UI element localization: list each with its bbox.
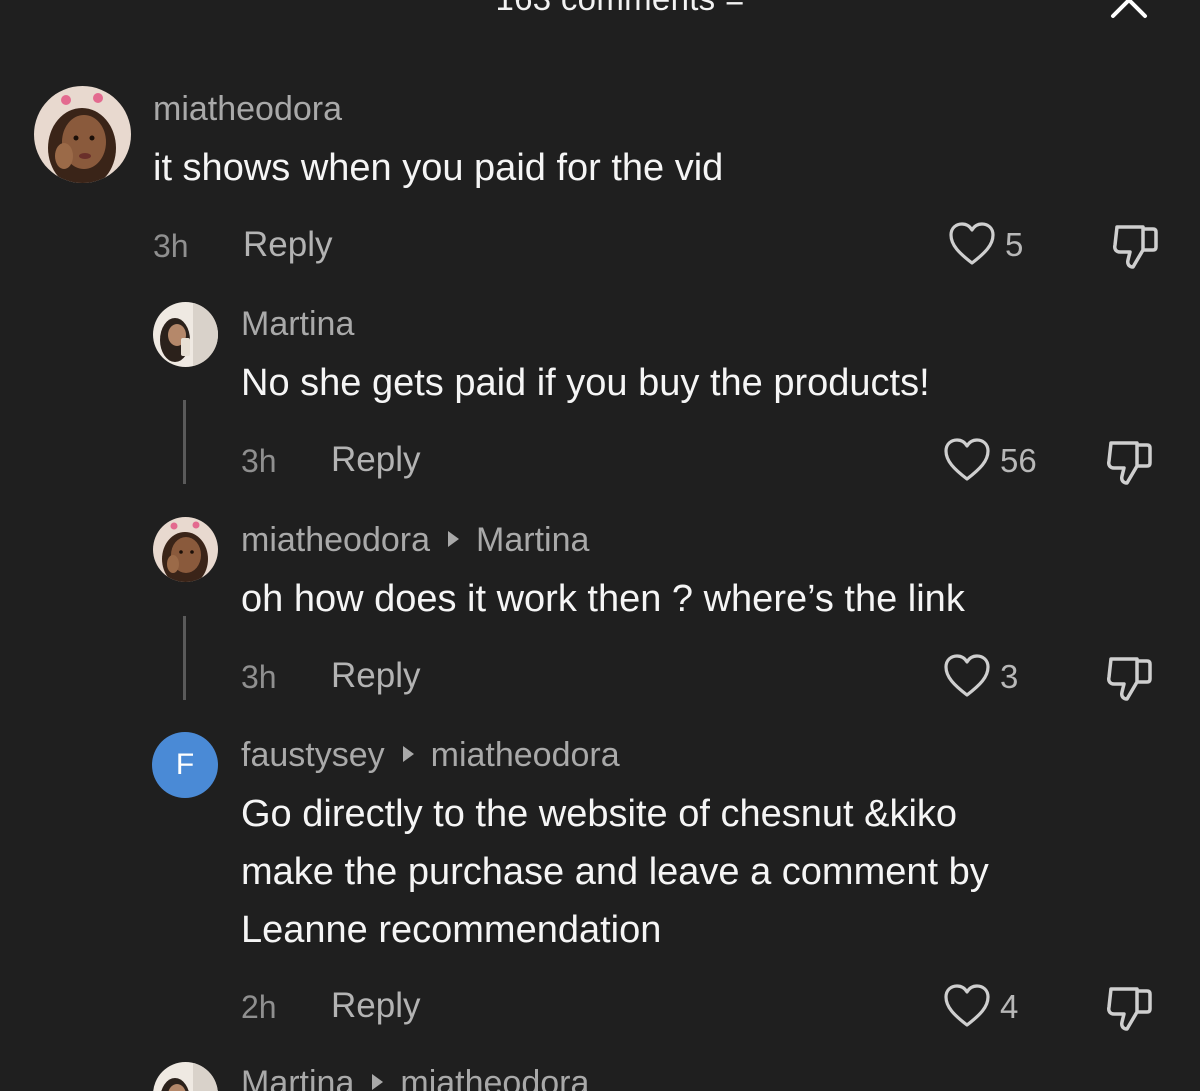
comments-count-title: 163 comments = bbox=[0, 0, 1200, 18]
like-count: 4 bbox=[1000, 988, 1019, 1025]
comment-username[interactable]: faustysey miatheodora bbox=[241, 736, 620, 775]
comment-time: 3h bbox=[241, 443, 277, 479]
comments-panel: 163 comments = miatheodora it shows when… bbox=[0, 0, 1200, 1091]
username-label[interactable]: miatheodora bbox=[241, 521, 430, 559]
like-count: 5 bbox=[1005, 226, 1024, 263]
thread-line bbox=[183, 616, 186, 700]
comment-username[interactable]: miatheodora bbox=[153, 90, 342, 129]
like-count: 3 bbox=[1000, 658, 1019, 695]
comment-time: 3h bbox=[241, 659, 277, 695]
avatar[interactable] bbox=[153, 1062, 218, 1091]
comment-text-line: Leanne recommendation bbox=[241, 909, 662, 951]
dislike-icon[interactable] bbox=[1110, 221, 1160, 271]
comment-username[interactable]: miatheodora Martina bbox=[241, 521, 589, 560]
reply-arrow-icon bbox=[402, 746, 414, 762]
heart-icon[interactable] bbox=[942, 436, 992, 484]
comment-username[interactable]: Martina miatheodora bbox=[241, 1064, 589, 1091]
dislike-icon[interactable] bbox=[1104, 437, 1154, 487]
comment-time: 2h bbox=[241, 989, 277, 1025]
reply-button[interactable]: Reply bbox=[243, 225, 332, 265]
comment-username[interactable]: Martina bbox=[241, 305, 354, 344]
comment-time: 3h bbox=[153, 228, 189, 264]
comment-text-line: make the purchase and leave a comment by bbox=[241, 851, 989, 893]
dislike-icon[interactable] bbox=[1104, 653, 1154, 703]
heart-icon[interactable] bbox=[947, 220, 997, 268]
heart-icon[interactable] bbox=[942, 652, 992, 700]
comment-text-line: Go directly to the website of chesnut &k… bbox=[241, 793, 958, 835]
avatar[interactable] bbox=[153, 517, 218, 582]
close-icon[interactable] bbox=[1108, 0, 1150, 20]
thread-line bbox=[183, 400, 186, 484]
like-count: 56 bbox=[1000, 442, 1037, 479]
reply-arrow-icon bbox=[448, 531, 460, 547]
username-label[interactable]: faustysey bbox=[241, 736, 385, 774]
avatar[interactable]: F bbox=[152, 732, 218, 798]
reply-button[interactable]: Reply bbox=[331, 656, 420, 696]
username-label[interactable]: Martina bbox=[241, 1064, 354, 1091]
reply-arrow-icon bbox=[372, 1074, 384, 1090]
comment-text: No she gets paid if you buy the products… bbox=[241, 362, 930, 404]
comment-text: oh how does it work then ? where’s the l… bbox=[241, 578, 965, 620]
comment-text: Go directly to the website of chesnut &k… bbox=[241, 785, 1141, 959]
reply-button[interactable]: Reply bbox=[331, 440, 420, 480]
reply-to-username[interactable]: miatheodora bbox=[400, 1064, 589, 1091]
avatar[interactable] bbox=[153, 302, 218, 367]
comment-text: it shows when you paid for the vid bbox=[153, 147, 724, 189]
dislike-icon[interactable] bbox=[1104, 983, 1154, 1033]
reply-button[interactable]: Reply bbox=[331, 986, 420, 1026]
heart-icon[interactable] bbox=[942, 982, 992, 1030]
reply-to-username[interactable]: Martina bbox=[476, 521, 589, 559]
avatar[interactable] bbox=[34, 86, 131, 183]
reply-to-username[interactable]: miatheodora bbox=[431, 736, 620, 774]
